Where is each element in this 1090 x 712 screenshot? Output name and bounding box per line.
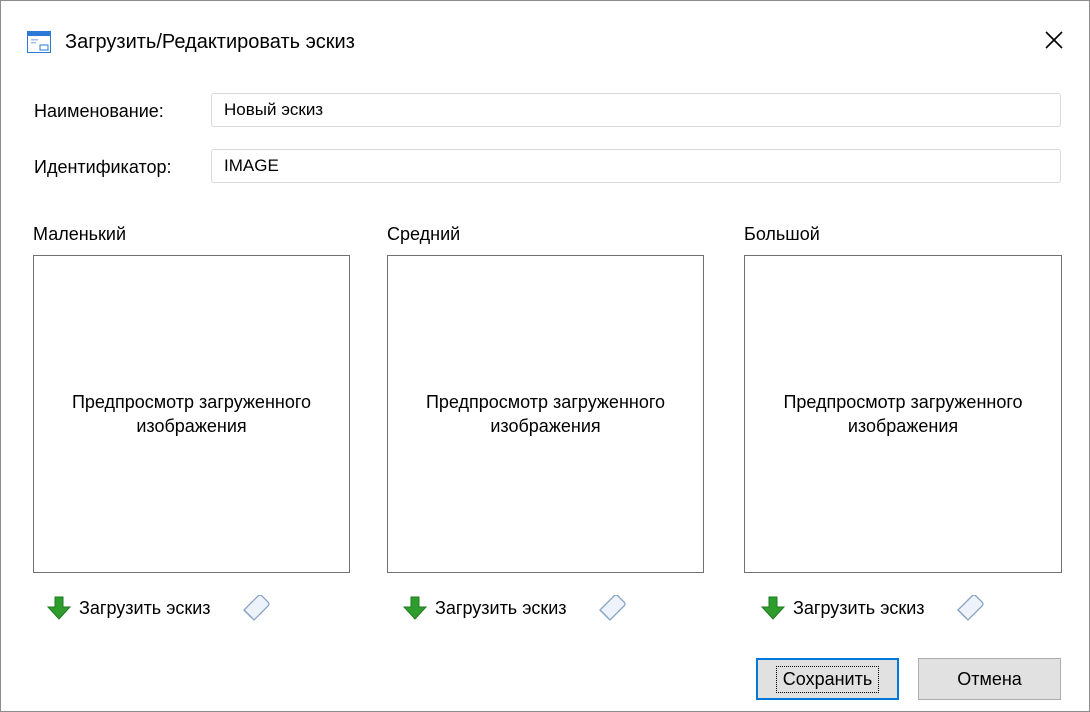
upload-button-small[interactable]: Загрузить эскиз xyxy=(47,596,211,620)
upload-row-small: Загрузить эскиз xyxy=(47,591,271,625)
name-field[interactable] xyxy=(211,93,1061,127)
size-label-large: Большой xyxy=(744,224,820,244)
upload-row-large: Загрузить эскиз xyxy=(761,591,985,625)
upload-label: Загрузить эскиз xyxy=(79,597,211,618)
close-button[interactable] xyxy=(1037,25,1071,59)
preview-placeholder-text: Предпросмотр загруженного изображения xyxy=(71,392,312,436)
upload-label: Загрузить эскиз xyxy=(793,597,925,618)
preview-large: Предпросмотр загруженного изображения xyxy=(744,255,1062,573)
preview-medium: Предпросмотр загруженного изображения xyxy=(387,255,704,573)
size-label-medium: Средний xyxy=(387,224,461,244)
green-down-arrow-icon xyxy=(47,596,71,620)
green-down-arrow-icon xyxy=(761,596,785,620)
green-down-arrow-icon xyxy=(403,596,427,620)
save-button-label: Сохранить xyxy=(775,665,880,693)
window-title: Загрузить/Редактировать эскиз xyxy=(65,31,355,53)
eraser-icon[interactable] xyxy=(955,595,985,621)
preview-small: Предпросмотр загруженного изображения xyxy=(33,255,350,573)
size-label-small: Маленький xyxy=(33,224,127,244)
upload-button-large[interactable]: Загрузить эскиз xyxy=(761,596,925,620)
cancel-button-label: Отмена xyxy=(957,668,1022,689)
window-icon xyxy=(27,31,51,53)
preview-placeholder-text: Предпросмотр загруженного изображения xyxy=(783,392,1023,436)
eraser-icon[interactable] xyxy=(241,595,271,621)
title-bar: Загрузить/Редактировать эскиз xyxy=(1,1,1089,81)
save-button[interactable]: Сохранить xyxy=(756,658,899,700)
dialog-window: Загрузить/Редактировать эскиз Наименован… xyxy=(0,0,1090,712)
upload-label: Загрузить эскиз xyxy=(435,597,567,618)
cancel-button[interactable]: Отмена xyxy=(918,658,1061,700)
preview-placeholder-text: Предпросмотр загруженного изображения xyxy=(425,392,666,436)
eraser-icon[interactable] xyxy=(597,595,627,621)
upload-button-medium[interactable]: Загрузить эскиз xyxy=(403,596,567,620)
close-icon xyxy=(1044,30,1064,55)
name-label: Наименование: xyxy=(34,101,164,121)
id-field[interactable] xyxy=(211,149,1061,183)
upload-row-medium: Загрузить эскиз xyxy=(403,591,627,625)
id-label: Идентификатор: xyxy=(34,157,172,177)
